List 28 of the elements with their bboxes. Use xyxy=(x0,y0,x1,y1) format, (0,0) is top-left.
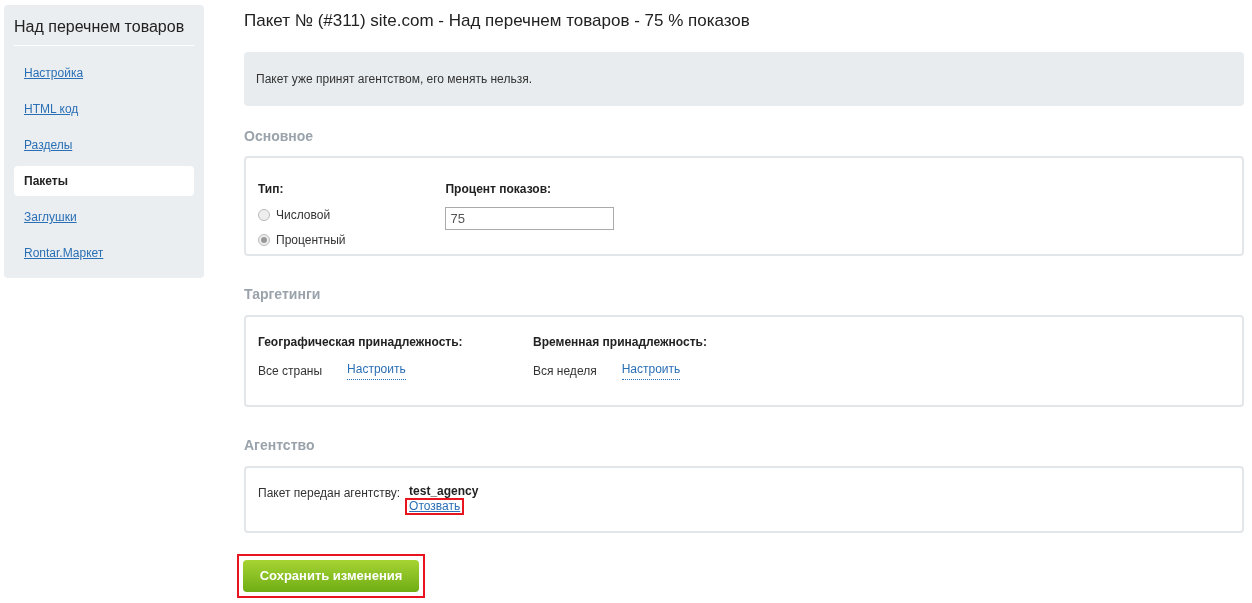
field-value: Все страны xyxy=(258,363,323,380)
field-label: Тип: xyxy=(258,181,285,198)
configure-link[interactable]: Настроить xyxy=(347,362,406,380)
configure-link[interactable]: Настроить xyxy=(621,362,681,380)
radio-label: Процентный xyxy=(276,232,346,248)
field-label: Процент показов: xyxy=(445,181,553,198)
sidebar-item[interactable]: Rontar.Маркет xyxy=(14,238,194,268)
field-value: Вся неделя xyxy=(533,363,597,380)
sidebar-item[interactable]: Разделы xyxy=(14,130,194,160)
field-label: Временная принадлежность: xyxy=(533,334,708,351)
radio-button[interactable] xyxy=(258,234,270,246)
radio-label: Числовой xyxy=(276,207,331,223)
sidebar-title: Над перечнем товаров xyxy=(14,17,194,46)
agency-label: Пакет передан агентству: xyxy=(258,485,401,502)
radio-button[interactable] xyxy=(258,209,270,221)
section-heading: Агентство xyxy=(244,436,316,455)
percent-input[interactable]: 75 xyxy=(445,207,615,230)
sidebar-item[interactable]: Заглушки xyxy=(14,202,194,232)
sidebar-item[interactable]: Настройка xyxy=(14,58,194,88)
field-label: Географическая принадлежность: xyxy=(258,334,464,351)
page-title: Пакет № (#311) site.com - Над перечнем товаров - 75 % показов xyxy=(244,11,751,31)
section-heading: Основное xyxy=(244,127,315,146)
agency-name: test_agency xyxy=(409,484,479,498)
sidebar-item[interactable]: HTML код xyxy=(14,94,194,124)
notice-text: Пакет уже принят агентством, его менять нельзя. xyxy=(256,71,532,88)
sidebar-item[interactable]: Пакеты xyxy=(14,166,194,196)
revoke-link[interactable]: Отозвать xyxy=(409,500,461,513)
section-heading: Таргетинги xyxy=(244,285,322,304)
